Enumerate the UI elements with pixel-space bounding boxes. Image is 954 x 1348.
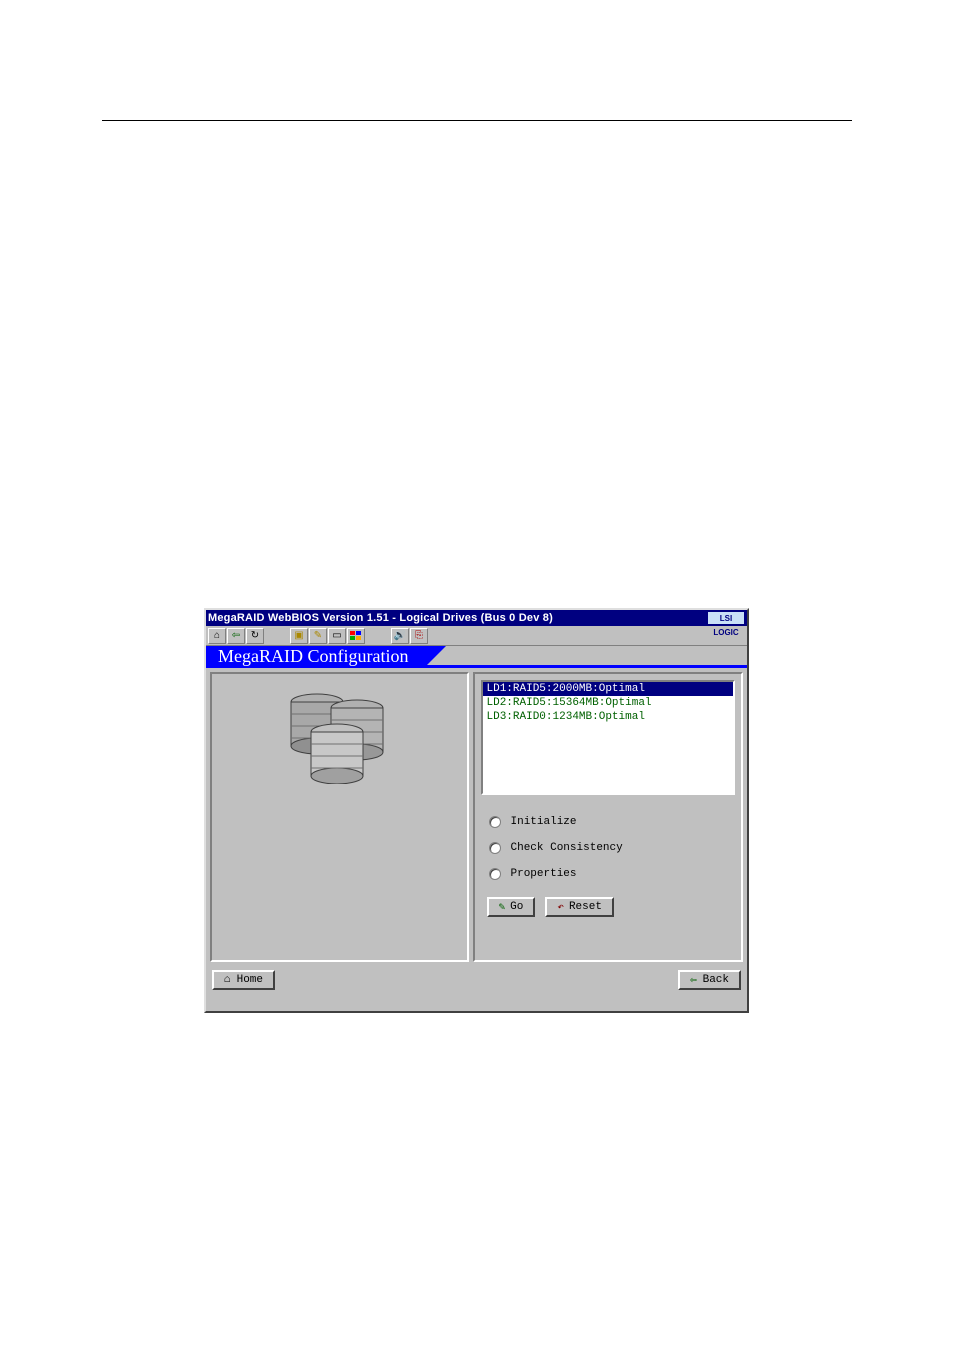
toolbar-blocks-button[interactable] [347, 628, 365, 644]
reset-button-label: Reset [569, 901, 602, 913]
radio-label: Check Consistency [511, 842, 623, 854]
main-area: LD1:RAID5:2000MB:Optimal LD2:RAID5:15364… [206, 668, 747, 966]
radio-icon [489, 842, 501, 854]
disk-stack-icon [279, 688, 399, 784]
toolbar-exit-button[interactable]: ⎘ [410, 628, 428, 644]
radio-label: Initialize [511, 816, 577, 828]
home-icon: ⌂ [224, 974, 231, 986]
left-pane [210, 672, 469, 962]
panel-title-rule [424, 665, 747, 668]
blocks-icon [350, 631, 362, 641]
back-button[interactable]: ⇦ Back [678, 970, 741, 990]
app-window: MegaRAID WebBIOS Version 1.51 - Logical … [204, 608, 749, 1013]
action-button-row: ✎ Go ↶ Reset [481, 897, 736, 917]
home-icon: ⌂ [214, 630, 220, 641]
right-pane: LD1:RAID5:2000MB:Optimal LD2:RAID5:15364… [473, 672, 744, 962]
back-arrow-icon: ⇦ [232, 630, 240, 641]
list-item[interactable]: LD2:RAID5:15364MB:Optimal [483, 696, 734, 710]
toolbar-home-button[interactable]: ⌂ [208, 628, 226, 644]
list-item[interactable]: LD3:RAID0:1234MB:Optimal [483, 710, 734, 724]
sound-icon: 🔊 [394, 630, 406, 641]
back-button-label: Back [703, 974, 729, 986]
toolbar-refresh-button[interactable]: ↻ [246, 628, 264, 644]
go-button[interactable]: ✎ Go [487, 897, 536, 917]
go-icon: ✎ [499, 900, 506, 914]
exit-icon: ⎘ [415, 630, 423, 641]
toolbar-drive-button[interactable]: ▭ [328, 628, 346, 644]
radio-icon [489, 816, 501, 828]
title-bar: MegaRAID WebBIOS Version 1.51 - Logical … [206, 610, 747, 626]
drive-icon: ▭ [332, 630, 341, 641]
folder-icon: ▣ [294, 630, 303, 641]
home-button-label: Home [237, 974, 263, 986]
toolbar-sound-button[interactable]: 🔊 [391, 628, 409, 644]
window-title: MegaRAID WebBIOS Version 1.51 - Logical … [208, 612, 553, 624]
radio-icon [489, 868, 501, 880]
toolbar: ⌂ ⇦ ↻ ▣ ✎ ▭ 🔊 ⎘ [206, 626, 747, 646]
toolbar-folder-button[interactable]: ▣ [290, 628, 308, 644]
lsi-logo: LSI LOGIC [707, 611, 745, 625]
list-item[interactable]: LD1:RAID5:2000MB:Optimal [483, 682, 734, 696]
logical-drives-listbox[interactable]: LD1:RAID5:2000MB:Optimal LD2:RAID5:15364… [481, 680, 736, 795]
radio-initialize[interactable]: Initialize [489, 809, 736, 835]
action-radio-group: Initialize Check Consistency Properties [481, 809, 736, 887]
reset-button[interactable]: ↶ Reset [545, 897, 614, 917]
refresh-icon: ↻ [251, 630, 259, 641]
back-arrow-icon: ⇦ [690, 973, 697, 987]
panel-title: MegaRAID Configuration [206, 646, 424, 668]
panel-header: MegaRAID Configuration [206, 646, 747, 668]
toolbar-key-button[interactable]: ✎ [309, 628, 327, 644]
radio-check-consistency[interactable]: Check Consistency [489, 835, 736, 861]
undo-icon: ↶ [557, 900, 564, 914]
bottom-bar: ⌂ Home ⇦ Back [206, 966, 747, 994]
go-button-label: Go [510, 901, 523, 913]
toolbar-back-button[interactable]: ⇦ [227, 628, 245, 644]
home-button[interactable]: ⌂ Home [212, 970, 275, 990]
key-icon: ✎ [314, 630, 322, 641]
page-divider [102, 120, 852, 121]
radio-properties[interactable]: Properties [489, 861, 736, 887]
radio-label: Properties [511, 868, 577, 880]
